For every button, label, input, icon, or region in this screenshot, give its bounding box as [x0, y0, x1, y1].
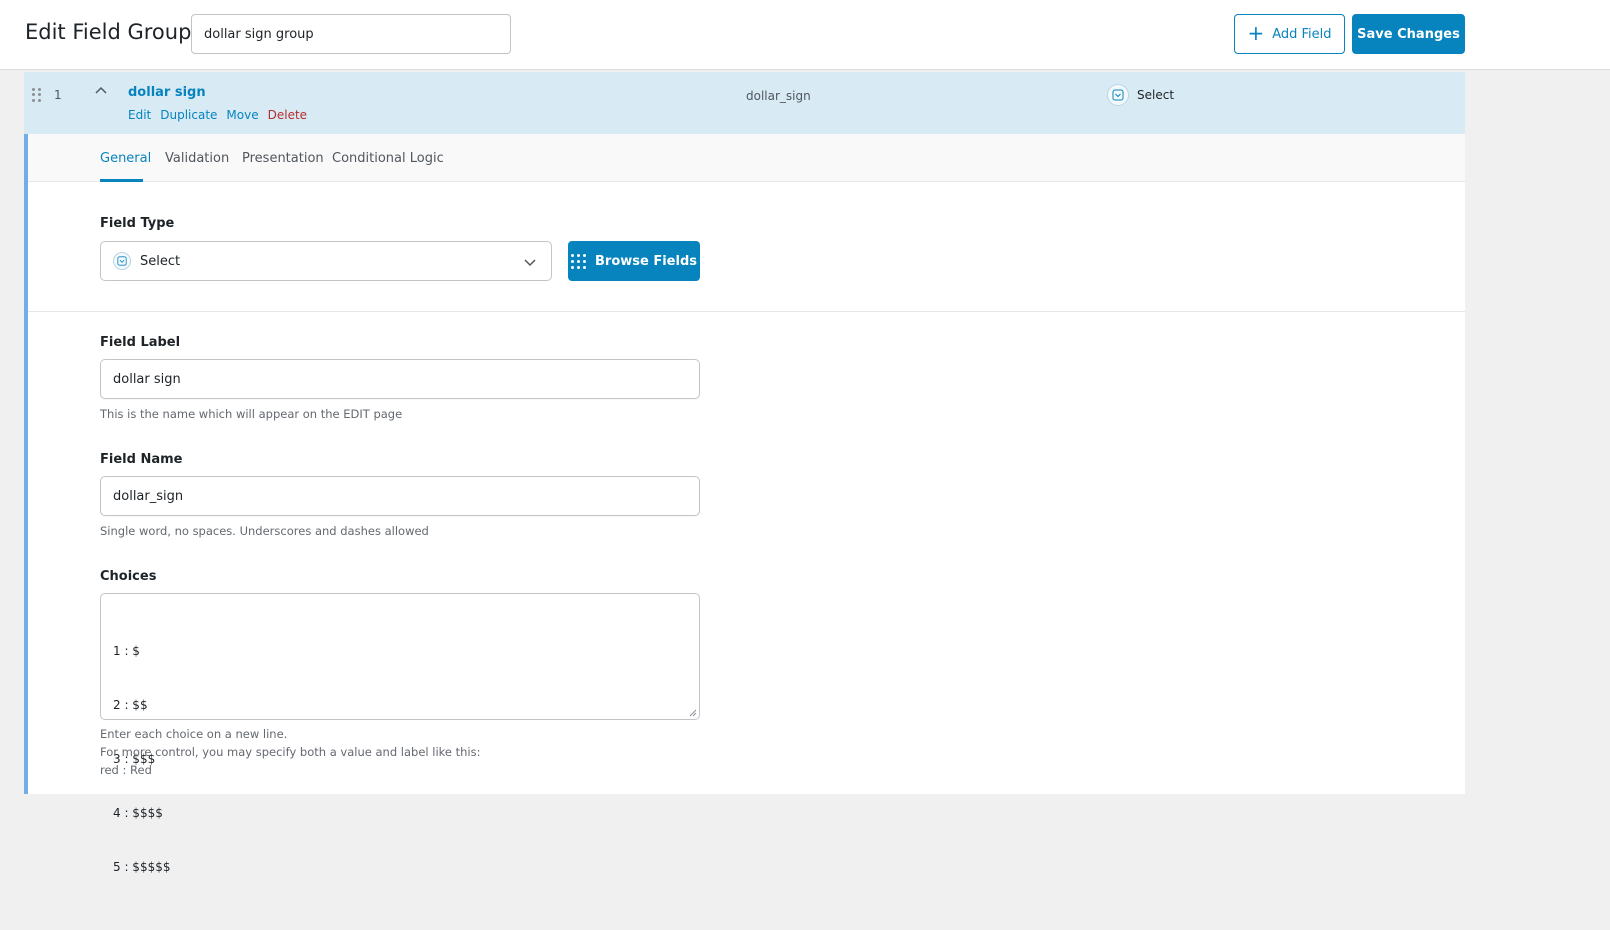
page-header: Edit Field Group + Add Field Save Change… — [0, 0, 1610, 70]
field-name-column: dollar_sign — [746, 89, 811, 103]
grid-icon — [571, 253, 586, 269]
row-actions: Edit Duplicate Move Delete — [128, 108, 307, 122]
tab-general[interactable]: General — [100, 151, 151, 166]
browse-fields-label: Browse Fields — [595, 253, 697, 269]
field-label-input[interactable]: dollar sign — [100, 359, 700, 399]
section-divider — [28, 311, 1465, 312]
choice-line: 2 : $$ — [113, 698, 148, 712]
tab-conditional-logic[interactable]: Conditional Logic — [332, 151, 444, 166]
choices-heading: Choices — [100, 569, 157, 584]
add-field-label: Add Field — [1272, 26, 1332, 42]
choice-line: 5 : $$$$$ — [113, 860, 171, 874]
field-type-select-value: Select — [140, 253, 181, 269]
select-type-icon — [113, 252, 131, 270]
field-row[interactable]: 1 dollar sign Edit Duplicate Move Delete… — [24, 72, 1465, 134]
chevron-down-icon — [524, 259, 536, 267]
field-name-help: Single word, no spaces. Underscores and … — [100, 524, 429, 538]
chevron-up-icon[interactable] — [94, 84, 108, 98]
edit-link[interactable]: Edit — [128, 108, 151, 122]
field-label-link[interactable]: dollar sign — [128, 85, 206, 100]
duplicate-link[interactable]: Duplicate — [160, 108, 217, 122]
field-label-heading: Field Label — [100, 335, 181, 350]
field-settings: General Validation Presentation Conditio… — [24, 134, 1465, 874]
field-type-select[interactable]: Select — [100, 241, 552, 281]
tab-presentation[interactable]: Presentation — [242, 151, 324, 166]
resize-handle-icon[interactable] — [689, 709, 697, 717]
field-type-heading: Field Type — [100, 216, 175, 231]
field-name-heading: Field Name — [100, 452, 183, 467]
choice-line: 1 : $ — [113, 644, 140, 658]
drag-handle-icon[interactable] — [32, 88, 42, 102]
choice-line: 4 : $$$$ — [113, 806, 163, 820]
add-field-button[interactable]: + Add Field — [1234, 14, 1345, 54]
move-link[interactable]: Move — [226, 108, 258, 122]
page-title: Edit Field Group — [25, 20, 192, 44]
tab-validation[interactable]: Validation — [165, 151, 229, 166]
field-panel: 1 dollar sign Edit Duplicate Move Delete… — [24, 72, 1465, 874]
field-type-label: Select — [1137, 88, 1175, 102]
active-tab-indicator — [100, 179, 143, 182]
plus-icon: + — [1247, 21, 1265, 45]
save-changes-button[interactable]: Save Changes — [1352, 14, 1465, 54]
field-type-column: Select — [1107, 84, 1174, 106]
browse-fields-button[interactable]: Browse Fields — [568, 241, 700, 281]
settings-tabs: General Validation Presentation Conditio… — [28, 134, 1465, 182]
field-label-help: This is the name which will appear on th… — [100, 407, 403, 421]
field-order: 1 — [54, 88, 62, 102]
field-name-input[interactable]: dollar_sign — [100, 476, 700, 516]
field-group-title-input[interactable] — [191, 14, 511, 54]
choices-help: Enter each choice on a new line. For mor… — [100, 727, 481, 777]
select-type-icon — [1107, 84, 1129, 106]
delete-link[interactable]: Delete — [268, 108, 307, 122]
choices-textarea[interactable]: 1 : $ 2 : $$ 3 : $$$ 4 : $$$$ 5 : $$$$$ — [100, 593, 700, 874]
